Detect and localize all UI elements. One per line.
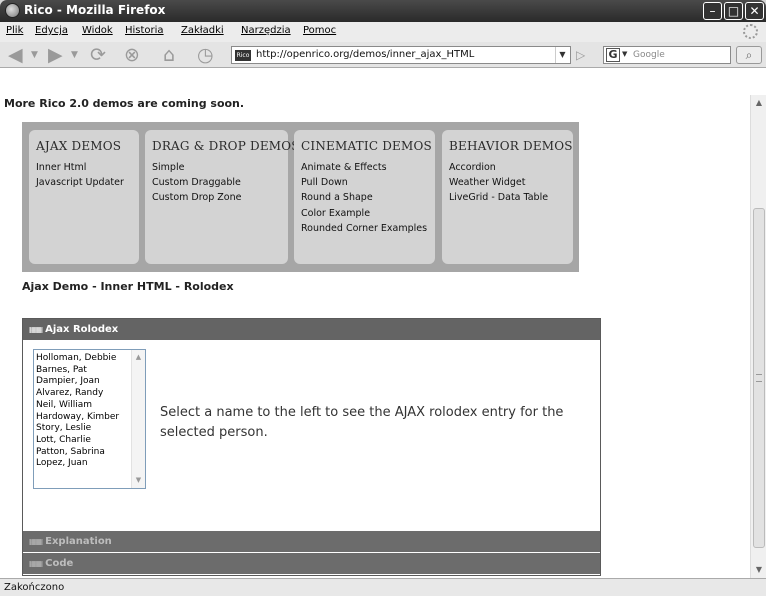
url-dropdown-icon[interactable]: ▼ (555, 47, 569, 63)
menu-widok[interactable]: Widok (82, 25, 113, 36)
window-title-bar: Rico - Mozilla Firefox – □ ✕ (0, 0, 766, 22)
panel-title: Ajax Rolodex (45, 324, 119, 335)
back-history-icon[interactable]: ▼ (31, 44, 38, 66)
demo-link-simple[interactable]: Simple (152, 160, 241, 175)
demo-link-javascript-updater[interactable]: Javascript Updater (36, 175, 124, 190)
search-magnifier-icon[interactable]: ⌕ (736, 46, 762, 64)
demo-link-rounded-corner-examples[interactable]: Rounded Corner Examples (301, 221, 427, 236)
demo-menu: AJAX DEMOS Inner Html Javascript Updater… (22, 122, 579, 272)
site-favicon-icon: Rico (235, 50, 251, 61)
menu-zakladki[interactable]: Zakładki (181, 25, 224, 36)
go-arrow-icon[interactable]: ▷ (576, 48, 585, 62)
panel-title: Code (45, 558, 74, 569)
demo-group-ajax: AJAX DEMOS Inner Html Javascript Updater (29, 130, 139, 264)
list-item[interactable]: Hardoway, Kimber (36, 412, 119, 424)
status-text: Zakończono (4, 582, 65, 593)
search-box[interactable]: G ▼ Google (603, 46, 731, 64)
demo-link-accordion[interactable]: Accordion (449, 160, 548, 175)
panel-header-code[interactable]: ▦▦ Code (23, 553, 600, 574)
back-arrow-icon[interactable]: ◀ (8, 44, 23, 66)
list-item[interactable]: Alvarez, Randy (36, 388, 119, 400)
demo-link-inner-html[interactable]: Inner Html (36, 160, 124, 175)
panel-title: Explanation (45, 536, 112, 547)
panel-header-rolodex[interactable]: ▦▦ Ajax Rolodex (23, 319, 600, 340)
list-item[interactable]: Dampier, Joan (36, 376, 119, 388)
home-icon[interactable]: ⌂ (163, 44, 175, 66)
panel-header-explanation[interactable]: ▦▦ Explanation (23, 531, 600, 552)
url-bar[interactable]: Rico http://openrico.org/demos/inner_aja… (231, 46, 571, 64)
navigation-toolbar: ◀ ▼ ▶ ▼ ⟳ ⊗ ⌂ ◷ Rico http://openrico.org… (0, 42, 766, 68)
demo-group-title: DRAG & DROP DEMOS (152, 139, 300, 153)
demo-link-custom-draggable[interactable]: Custom Draggable (152, 175, 241, 190)
list-item[interactable]: Neil, William (36, 400, 119, 412)
page-top-area (0, 68, 766, 95)
list-item[interactable]: Holloman, Debbie (36, 353, 119, 365)
search-placeholder[interactable]: Google (633, 50, 665, 60)
history-clock-icon[interactable]: ◷ (197, 44, 214, 66)
status-bar: Zakończono (0, 578, 766, 596)
listbox-scrollbar[interactable]: ▲ ▼ (131, 350, 145, 488)
demo-link-animate-effects[interactable]: Animate & Effects (301, 160, 427, 175)
close-button[interactable]: ✕ (745, 2, 764, 20)
scroll-down-icon[interactable]: ▼ (753, 564, 765, 576)
menu-narzedzia[interactable]: Narzędzia (241, 25, 291, 36)
window-title: Rico - Mozilla Firefox (24, 3, 166, 17)
accordion: ▦▦ Ajax Rolodex Holloman, Debbie Barnes, … (22, 318, 601, 576)
forward-history-icon[interactable]: ▼ (71, 44, 78, 66)
menu-plik[interactable]: Plik (6, 25, 23, 36)
grip-icon: ▦▦ (29, 537, 43, 546)
list-item[interactable]: Story, Leslie (36, 423, 119, 435)
demo-link-custom-drop-zone[interactable]: Custom Drop Zone (152, 190, 241, 205)
grip-icon: ▦▦ (29, 559, 43, 568)
demo-link-color-example[interactable]: Color Example (301, 206, 427, 221)
demo-link-weather-widget[interactable]: Weather Widget (449, 175, 548, 190)
reload-icon[interactable]: ⟳ (90, 44, 106, 66)
url-text[interactable]: http://openrico.org/demos/inner_ajax_HTM… (256, 49, 474, 60)
menu-pomoc[interactable]: Pomoc (303, 25, 336, 36)
list-item[interactable]: Patton, Sabrina (36, 447, 119, 459)
scrollbar-thumb[interactable] (753, 208, 765, 548)
demo-group-drag-drop: DRAG & DROP DEMOS Simple Custom Draggabl… (145, 130, 300, 264)
menu-edycja[interactable]: Edycja (35, 25, 68, 36)
search-engine-icon[interactable]: G (606, 48, 620, 62)
demo-group-title: CINEMATIC DEMOS (301, 139, 432, 153)
scroll-up-icon[interactable]: ▲ (753, 97, 765, 109)
menu-historia[interactable]: Historia (125, 25, 164, 36)
demo-group-title: BEHAVIOR DEMOS (449, 139, 573, 153)
demo-link-round-a-shape[interactable]: Round a Shape (301, 190, 427, 205)
page-scrollbar[interactable]: ▲ ▼ (750, 95, 766, 578)
demo-group-behavior: BEHAVIOR DEMOS Accordion Weather Widget … (442, 130, 573, 264)
demo-group-cinematic: CINEMATIC DEMOS Animate & Effects Pull D… (294, 130, 435, 264)
maximize-button[interactable]: □ (724, 2, 743, 20)
list-item[interactable]: Lott, Charlie (36, 435, 119, 447)
demo-link-livegrid-data-table[interactable]: LiveGrid - Data Table (449, 190, 548, 205)
grip-icon: ▦▦ (29, 325, 43, 334)
names-listbox[interactable]: Holloman, Debbie Barnes, Pat Dampier, Jo… (33, 349, 146, 489)
forward-arrow-icon[interactable]: ▶ (48, 44, 63, 66)
scroll-up-icon[interactable]: ▲ (133, 352, 144, 363)
firefox-icon (5, 3, 20, 18)
menu-bar: Plik Edycja Widok Historia Zakładki Narz… (0, 22, 766, 42)
list-item[interactable]: Lopez, Juan (36, 458, 119, 470)
page-title: Ajax Demo - Inner HTML - Rolodex (22, 280, 234, 293)
minimize-button[interactable]: – (703, 2, 722, 20)
stop-icon[interactable]: ⊗ (124, 44, 140, 66)
rolodex-prompt: Select a name to the left to see the AJA… (160, 405, 564, 440)
throbber-icon (743, 24, 758, 39)
coming-soon-text: More Rico 2.0 demos are coming soon. (4, 97, 245, 110)
list-item[interactable]: Barnes, Pat (36, 365, 119, 377)
demo-link-pull-down[interactable]: Pull Down (301, 175, 427, 190)
search-engine-dropdown-icon[interactable]: ▼ (622, 50, 627, 58)
demo-group-title: AJAX DEMOS (36, 139, 122, 153)
scroll-down-icon[interactable]: ▼ (133, 475, 144, 486)
